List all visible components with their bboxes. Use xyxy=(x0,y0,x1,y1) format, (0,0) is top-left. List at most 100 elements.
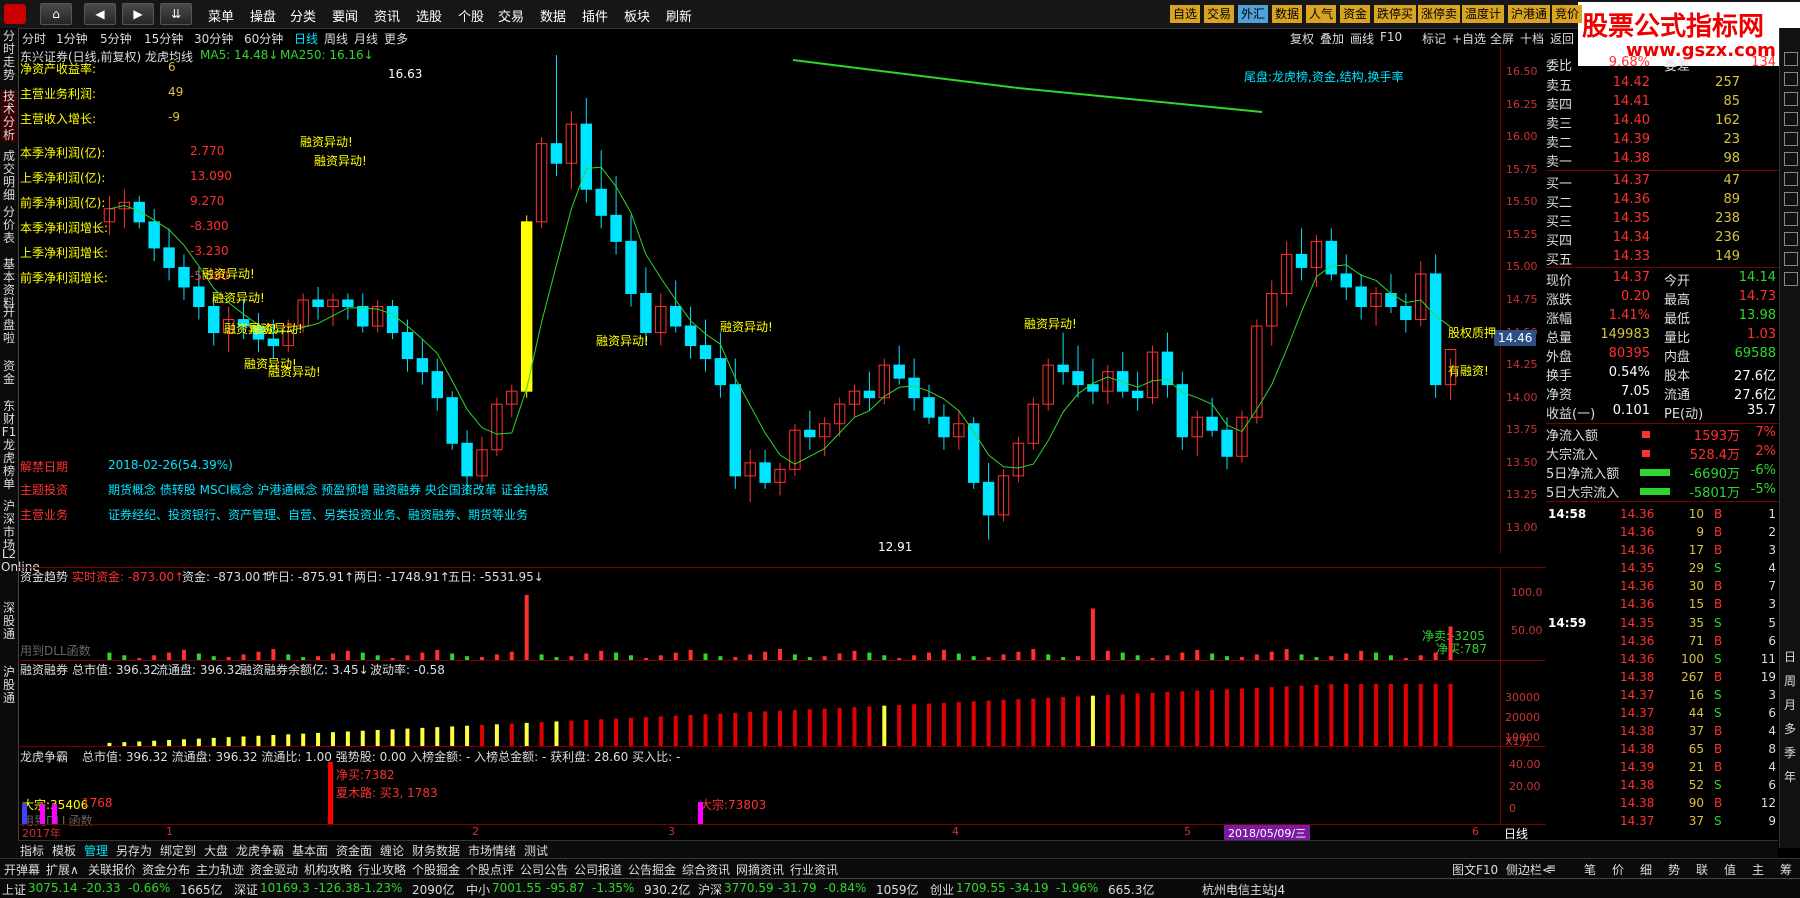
quick-tag-6[interactable]: 跌停买 xyxy=(1374,5,1417,23)
left-tab-4[interactable]: 基本资料 xyxy=(1,258,17,310)
quick-tag-9[interactable]: 沪港通 xyxy=(1508,5,1551,23)
left-tab-5[interactable]: 开盘啦 xyxy=(1,306,17,345)
period-side-3[interactable]: 多 xyxy=(1784,720,1796,737)
period-side-2[interactable]: 月 xyxy=(1784,696,1796,713)
info-tab-6[interactable]: 机构攻略 xyxy=(304,861,352,878)
indicator-tab-7[interactable]: 基本面 xyxy=(292,842,328,859)
quick-tag-7[interactable]: 涨停卖 xyxy=(1418,5,1461,23)
period-5[interactable]: 60分钟 xyxy=(244,30,283,47)
index-name[interactable]: 上证 xyxy=(2,881,26,898)
period-8[interactable]: 月线 xyxy=(354,30,378,47)
indicator-tab-11[interactable]: 市场情绪 xyxy=(468,842,516,859)
period-1[interactable]: 1分钟 xyxy=(56,30,88,47)
info-tab-14[interactable]: 网摘资讯 xyxy=(736,861,784,878)
quote-tab-1[interactable]: 价 xyxy=(1612,861,1624,878)
index-name[interactable]: 沪深 xyxy=(698,881,722,898)
period-0[interactable]: 分时 xyxy=(22,30,46,47)
indicator-tab-5[interactable]: 大盘 xyxy=(204,842,228,859)
info-tab-3[interactable]: 资金分布 xyxy=(142,861,190,878)
bottom-right-2[interactable]: ≡ xyxy=(1546,861,1556,875)
info-tab-15[interactable]: 行业资讯 xyxy=(790,861,838,878)
info-tab-12[interactable]: 公告掘金 xyxy=(628,861,676,878)
side-tool-icon[interactable] xyxy=(1784,212,1798,226)
left-tab-7[interactable]: 东财F1 龙虎榜单 xyxy=(1,400,17,491)
side-tool-icon[interactable] xyxy=(1784,152,1798,166)
side-tool-icon[interactable] xyxy=(1784,72,1798,86)
left-tab-11[interactable]: 沪股通 xyxy=(1,666,17,705)
home-button[interactable]: ⌂ xyxy=(40,3,72,25)
chart-tool-4[interactable]: 标记 xyxy=(1422,30,1446,47)
quote-tab-5[interactable]: 值 xyxy=(1724,861,1736,878)
chart-tool-7[interactable]: 十档 xyxy=(1520,30,1544,47)
side-tool-icon[interactable] xyxy=(1784,252,1798,266)
info-tab-4[interactable]: 主力轨迹 xyxy=(196,861,244,878)
index-name[interactable]: 创业 xyxy=(930,881,954,898)
quote-tab-2[interactable]: 细 xyxy=(1640,861,1652,878)
quote-tab-3[interactable]: 势 xyxy=(1668,861,1680,878)
quick-tag-3[interactable]: 数据 xyxy=(1272,5,1303,23)
quick-tag-1[interactable]: 交易 xyxy=(1204,5,1235,23)
side-tool-icon[interactable] xyxy=(1784,172,1798,186)
quick-tag-10[interactable]: 竞价 xyxy=(1552,5,1583,23)
info-tab-8[interactable]: 个股掘金 xyxy=(412,861,460,878)
indicator-tab-6[interactable]: 龙虎争霸 xyxy=(236,842,284,859)
info-tab-1[interactable]: 扩展∧ xyxy=(46,861,79,878)
indicator-tab-3[interactable]: 另存为 xyxy=(116,842,152,859)
bottom-right-0[interactable]: 图文F10 xyxy=(1452,861,1498,878)
forward-button[interactable]: ▶ xyxy=(122,3,154,25)
period-side-5[interactable]: 年 xyxy=(1784,768,1796,785)
info-tab-0[interactable]: 开弹幕 xyxy=(4,861,40,878)
side-tool-icon[interactable] xyxy=(1784,192,1798,206)
menu-0[interactable]: 菜单 xyxy=(208,6,234,25)
period-3[interactable]: 15分钟 xyxy=(144,30,183,47)
quick-tag-5[interactable]: 资金 xyxy=(1340,5,1371,23)
side-tool-icon[interactable] xyxy=(1784,132,1798,146)
indicator-tab-4[interactable]: 绑定到 xyxy=(160,842,196,859)
expand-down-button[interactable]: ⇊ xyxy=(160,3,192,25)
info-tab-9[interactable]: 个股点评 xyxy=(466,861,514,878)
left-tab-6[interactable]: 资金 xyxy=(1,360,17,386)
side-tool-icon[interactable] xyxy=(1784,232,1798,246)
menu-10[interactable]: 板块 xyxy=(624,6,650,25)
indicator-tab-9[interactable]: 缠论 xyxy=(380,842,404,859)
menu-5[interactable]: 选股 xyxy=(416,6,442,25)
chart-tool-5[interactable]: +自选 xyxy=(1452,30,1486,47)
menu-1[interactable]: 操盘 xyxy=(250,6,276,25)
quick-tag-0[interactable]: 自选 xyxy=(1170,5,1201,23)
indicator-tab-0[interactable]: 指标 xyxy=(20,842,44,859)
left-tab-1[interactable]: 技术分析 xyxy=(1,90,17,142)
period-7[interactable]: 周线 xyxy=(324,30,348,47)
menu-11[interactable]: 刷新 xyxy=(666,6,692,25)
quote-tab-0[interactable]: 笔 xyxy=(1584,861,1596,878)
info-tab-5[interactable]: 资金驱动 xyxy=(250,861,298,878)
indicator-tab-2[interactable]: 管理 xyxy=(84,842,108,859)
chart-tool-1[interactable]: 叠加 xyxy=(1320,30,1344,47)
back-button[interactable]: ◀ xyxy=(84,3,116,25)
period-6[interactable]: 日线 xyxy=(294,30,318,47)
side-tool-icon[interactable] xyxy=(1784,52,1798,66)
left-tab-3[interactable]: 分价表 xyxy=(1,206,17,245)
menu-6[interactable]: 个股 xyxy=(458,6,484,25)
side-tool-icon[interactable] xyxy=(1784,272,1798,286)
indicator-tab-12[interactable]: 测试 xyxy=(524,842,548,859)
chart-tool-6[interactable]: 全屏 xyxy=(1490,30,1514,47)
chart-tool-8[interactable]: 返回 xyxy=(1550,30,1574,47)
side-tool-icon[interactable] xyxy=(1784,112,1798,126)
menu-2[interactable]: 分类 xyxy=(290,6,316,25)
menu-3[interactable]: 要闻 xyxy=(332,6,358,25)
chart-tool-0[interactable]: 复权 xyxy=(1290,30,1314,47)
indicator-tab-10[interactable]: 财务数据 xyxy=(412,842,460,859)
index-name[interactable]: 中小 xyxy=(466,881,490,898)
quote-tab-7[interactable]: 筹 xyxy=(1780,861,1792,878)
indicator-tab-1[interactable]: 模板 xyxy=(52,842,76,859)
left-tab-8[interactable]: 沪深市场 xyxy=(1,500,17,552)
period-side-4[interactable]: 季 xyxy=(1784,744,1796,761)
left-tab-0[interactable]: 分时走势 xyxy=(1,30,17,82)
period-side-0[interactable]: 日 xyxy=(1784,648,1796,665)
side-tool-icon[interactable] xyxy=(1784,92,1798,106)
period-9[interactable]: 更多 xyxy=(384,30,408,47)
menu-8[interactable]: 数据 xyxy=(540,6,566,25)
period-2[interactable]: 5分钟 xyxy=(100,30,132,47)
menu-4[interactable]: 资讯 xyxy=(374,6,400,25)
info-tab-10[interactable]: 公司公告 xyxy=(520,861,568,878)
